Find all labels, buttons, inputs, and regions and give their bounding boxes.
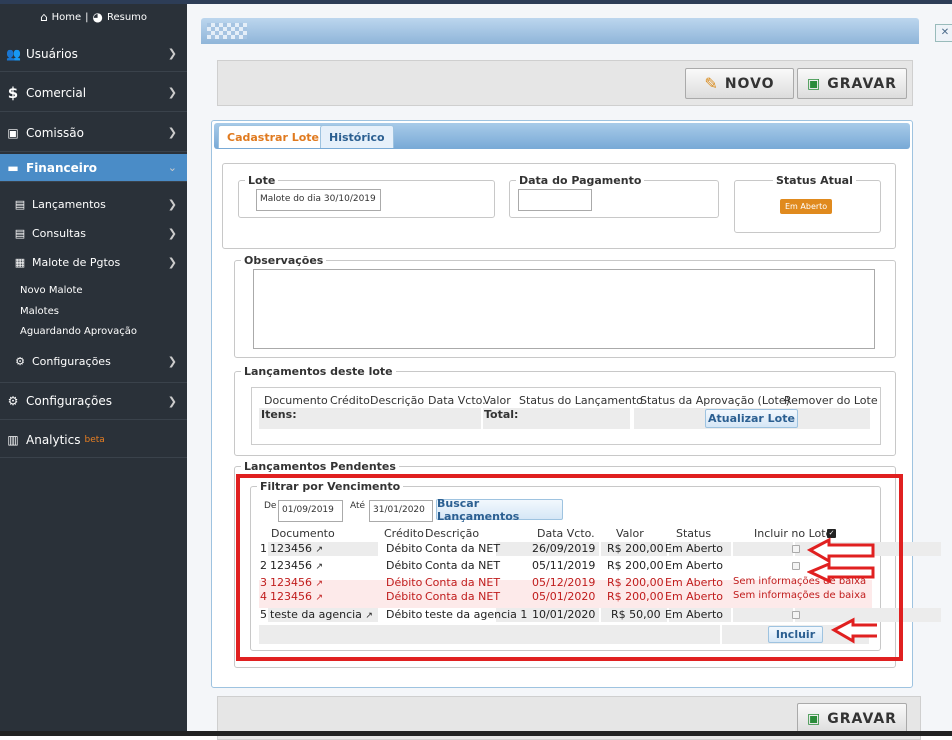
pie-chart-icon[interactable]: ◕ <box>92 10 102 24</box>
lancamentos-lote-legend: Lançamentos deste lote <box>244 365 393 378</box>
status-badge: Em Aberto <box>780 199 833 214</box>
novo-label: NOVO <box>724 75 775 92</box>
chevron-right-icon: ❯ <box>167 354 177 368</box>
sidebar-sub-malote[interactable]: ▦ Malote de Pgtos ❯ <box>0 252 187 272</box>
col-status-lancamento: Status do Lançamento <box>519 394 643 407</box>
briefcase-icon: ▬ <box>7 160 19 175</box>
col-data-vcto: Data Vcto. <box>428 394 486 407</box>
sidebar-item-label: Configurações <box>26 394 112 408</box>
gravar-button[interactable]: ▣ GRAVAR <box>797 68 907 99</box>
dollar-icon: $ <box>7 83 19 102</box>
sidebar-item-financeiro[interactable]: ▬ Financeiro ⌄ <box>0 154 187 182</box>
list-icon: ▦ <box>14 255 26 269</box>
gravar-label: GRAVAR <box>827 75 897 92</box>
taskbar-strip <box>0 731 952 736</box>
chevron-right-icon: ❯ <box>167 197 177 211</box>
window-header <box>201 18 919 44</box>
window-header-pattern <box>207 23 247 39</box>
sidebar: ⌂ Home | ◕ Resumo 👥 Usuários ❯ $ Comerci… <box>0 4 187 736</box>
sidebar-item-label: Financeiro <box>26 160 98 175</box>
sidebar-item-usuarios[interactable]: 👥 Usuários ❯ <box>0 36 187 72</box>
tab-cadastrar-lote[interactable]: Cadastrar Lote <box>218 125 328 148</box>
sidebar-sub-label: Configurações <box>32 354 111 368</box>
resumo-link[interactable]: Resumo <box>107 12 147 23</box>
observacoes-legend: Observações <box>244 254 324 267</box>
money-icon: ▣ <box>7 125 19 140</box>
col-valor: Valor <box>483 394 511 407</box>
col-status-aprovacao: Status da Aprovação (Lote) <box>640 394 790 407</box>
observacoes-textarea[interactable] <box>253 269 875 349</box>
tab-historico[interactable]: Histórico <box>320 125 394 148</box>
sidebar-item-analytics[interactable]: ▥ Analytics beta <box>0 422 187 458</box>
sidebar-item-configuracoes[interactable]: ⚙ Configurações ❯ <box>0 382 187 420</box>
main-content: ✕ ✎ NOVO ▣ GRAVAR Cadastrar Lote Históri… <box>187 4 952 740</box>
chevron-right-icon: ❯ <box>167 47 177 60</box>
sidebar-item-label: Usuários <box>26 46 78 61</box>
col-credito: Crédito <box>330 394 370 407</box>
close-icon[interactable]: ✕ <box>935 24 952 42</box>
sidebar-item-label: Analytics <box>26 432 81 447</box>
highlight-box <box>236 474 903 661</box>
total-label: Total: <box>484 408 519 421</box>
chevron-right-icon: ❯ <box>167 255 177 269</box>
gravar-label: GRAVAR <box>827 710 897 727</box>
sidebar-top-links: ⌂ Home | ◕ Resumo <box>0 4 187 30</box>
sidebar-link-malotes[interactable]: Malotes <box>20 306 59 317</box>
data-pagamento-input[interactable] <box>518 189 592 211</box>
lote-input[interactable]: Malote do dia 30/10/2019 <box>256 189 381 211</box>
sidebar-link-novo-malote[interactable]: Novo Malote <box>20 285 83 296</box>
chevron-right-icon: ❯ <box>167 226 177 240</box>
gear-icon: ⚙ <box>15 354 25 368</box>
col-documento: Documento <box>264 394 328 407</box>
arrow-annotations <box>807 537 877 644</box>
bar-chart-icon: ▥ <box>7 432 19 447</box>
chevron-right-icon: ❯ <box>167 394 177 408</box>
arrow-left-icon <box>807 537 875 564</box>
arrow-left-icon <box>807 561 875 584</box>
gravar-bottom-button[interactable]: ▣ GRAVAR <box>797 703 907 734</box>
atualizar-lote-button[interactable]: Atualizar Lote <box>705 409 798 428</box>
lote-legend: Lote <box>248 174 276 187</box>
home-link[interactable]: Home <box>52 12 82 23</box>
pendentes-legend: Lançamentos Pendentes <box>244 460 396 473</box>
home-icon[interactable]: ⌂ <box>40 10 48 24</box>
sidebar-sub-label: Malote de Pgtos <box>32 255 121 269</box>
save-icon: ▣ <box>807 75 822 92</box>
beta-badge: beta <box>84 434 105 445</box>
sidebar-item-comissao[interactable]: ▣ Comissão ❯ <box>0 114 187 152</box>
col-remover: Remover do Lote <box>784 394 878 407</box>
separator: | <box>85 11 89 23</box>
pencil-icon: ✎ <box>704 74 719 93</box>
chevron-down-icon: ⌄ <box>167 161 177 174</box>
save-icon: ▣ <box>807 710 822 727</box>
gears-icon: ⚙ <box>7 394 19 408</box>
file-text-icon: ▤ <box>14 226 26 240</box>
file-icon: ▤ <box>14 197 26 211</box>
sidebar-sub-lancamentos[interactable]: ▤ Lançamentos ❯ <box>0 194 187 214</box>
sidebar-sub-consultas[interactable]: ▤ Consultas ❯ <box>0 223 187 243</box>
sidebar-sub-label: Lançamentos <box>32 197 106 211</box>
chevron-right-icon: ❯ <box>167 86 177 99</box>
sidebar-item-label: Comissão <box>26 125 84 140</box>
arrow-left-icon <box>830 617 877 644</box>
toolbar: ✎ NOVO ▣ GRAVAR <box>217 60 913 106</box>
chevron-right-icon: ❯ <box>167 126 177 139</box>
sidebar-sub-fin-config[interactable]: ⚙ Configurações ❯ <box>0 351 187 371</box>
sidebar-item-comercial[interactable]: $ Comercial ❯ <box>0 74 187 112</box>
pagamento-legend: Data do Pagamento <box>519 174 642 187</box>
sidebar-sub-label: Consultas <box>32 226 86 240</box>
status-legend: Status Atual <box>776 174 853 187</box>
sidebar-item-label: Comercial <box>26 85 87 100</box>
col-descricao: Descrição <box>370 394 425 407</box>
users-icon: 👥 <box>6 46 21 61</box>
novo-button[interactable]: ✎ NOVO <box>685 68 794 99</box>
itens-label: Itens: <box>261 408 297 421</box>
sidebar-link-aguardando[interactable]: Aguardando Aprovação <box>20 326 137 337</box>
